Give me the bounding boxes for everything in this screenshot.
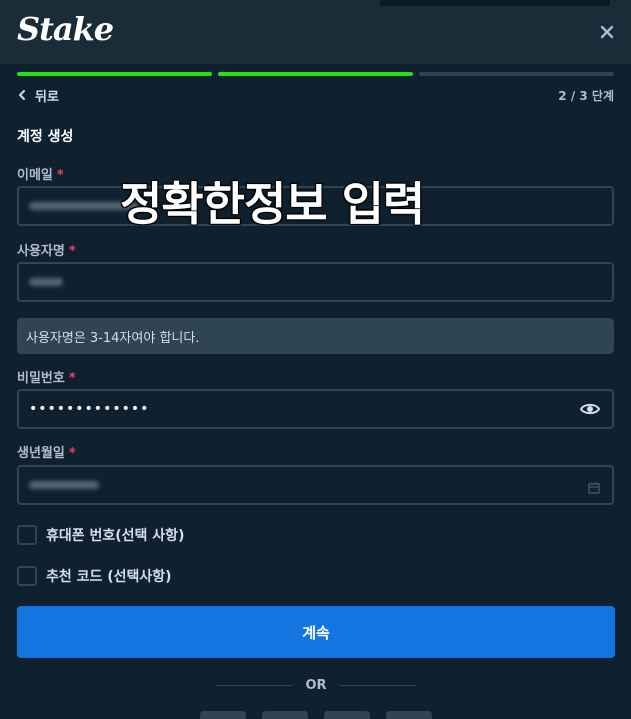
- referral-checkbox-row[interactable]: 추천 코드 (선택사항): [17, 566, 172, 586]
- phone-checkbox[interactable]: [17, 525, 37, 545]
- progress-segment-1: [17, 72, 212, 76]
- username-field[interactable]: [17, 262, 614, 302]
- overlay-caption: 정확한정보 입력: [120, 177, 425, 231]
- chevron-left-icon: [19, 90, 25, 100]
- phone-checkbox-row[interactable]: 휴대폰 번호(선택 사항): [17, 525, 184, 545]
- show-password-toggle[interactable]: [579, 401, 601, 421]
- continue-button[interactable]: 계속: [17, 606, 615, 658]
- progress-bar: [17, 72, 614, 76]
- social-login-button[interactable]: [200, 711, 246, 719]
- password-value: •••••••••••••: [29, 401, 150, 417]
- close-icon: [600, 25, 614, 39]
- birthdate-field[interactable]: [17, 465, 614, 505]
- back-button[interactable]: 뒤로: [17, 85, 59, 105]
- progress-segment-2: [218, 72, 413, 76]
- email-label-row: 이메일 *: [17, 164, 64, 183]
- birthdate-value-blurred: [29, 481, 99, 489]
- social-login-button[interactable]: [262, 711, 308, 719]
- birthdate-label: 생년월일: [17, 446, 65, 461]
- calendar-icon: [588, 482, 600, 494]
- referral-checkbox[interactable]: [17, 566, 37, 586]
- or-divider: OR: [216, 676, 416, 694]
- required-mark: *: [56, 168, 64, 183]
- eye-icon: [579, 403, 601, 415]
- password-label-row: 비밀번호 *: [17, 367, 76, 386]
- background-strip: [380, 0, 610, 6]
- required-mark: *: [68, 371, 76, 386]
- back-label: 뒤로: [35, 89, 59, 105]
- required-mark: *: [68, 244, 76, 259]
- step-indicator: 2 / 3 단계: [558, 89, 614, 103]
- birthdate-label-row: 생년월일 *: [17, 442, 76, 461]
- calendar-button[interactable]: [588, 479, 600, 498]
- username-hint: 사용자명은 3-14자여야 합니다.: [17, 318, 614, 354]
- divider-line: [338, 684, 416, 686]
- email-label: 이메일: [17, 168, 53, 183]
- password-label: 비밀번호: [17, 371, 65, 386]
- divider-line: [216, 684, 294, 686]
- username-label-row: 사용자명 *: [17, 240, 76, 259]
- social-login-button[interactable]: [324, 711, 370, 719]
- progress-segment-3: [419, 72, 614, 76]
- stake-logo: Stake: [17, 10, 114, 48]
- password-field[interactable]: •••••••••••••: [17, 389, 614, 429]
- required-mark: *: [68, 446, 76, 461]
- modal-header: Stake: [0, 0, 631, 64]
- social-login-button[interactable]: [386, 711, 432, 719]
- phone-checkbox-label: 휴대폰 번호(선택 사항): [46, 528, 185, 544]
- username-label: 사용자명: [17, 244, 65, 259]
- referral-checkbox-label: 추천 코드 (선택사항): [46, 569, 172, 585]
- form-title: 계정 생성: [17, 129, 74, 145]
- close-button[interactable]: [595, 20, 619, 44]
- or-text: OR: [305, 677, 327, 693]
- username-value-blurred: [29, 278, 63, 286]
